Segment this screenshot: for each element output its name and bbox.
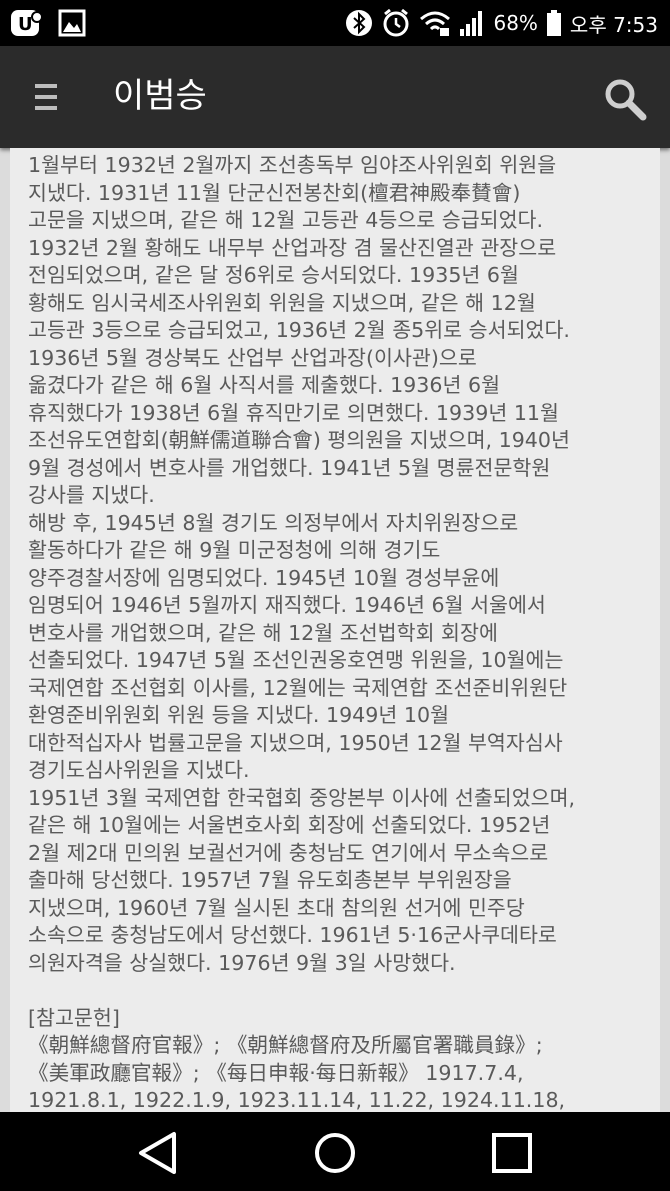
article-line: 조선유도연합회(朝鮮儒道聯合會) 평의원을 지냈으며, 1940년 xyxy=(28,428,570,452)
article-text: 1월부터 1932년 2월까지 조선총독부 임야조사위원회 위원을지냈다. 19… xyxy=(28,152,648,1112)
alarm-icon xyxy=(383,8,409,37)
gallery-icon xyxy=(58,9,86,37)
article-line: 강사를 지냈다. xyxy=(28,483,155,507)
wifi-icon xyxy=(420,11,451,36)
bluetooth-icon xyxy=(346,10,373,36)
article-line: 임명되어 1946년 5월까지 재직했다. 1946년 6월 서울에서 xyxy=(28,593,546,617)
article-line: 해방 후, 1945년 8월 경기도 의정부에서 자치위원장으로 xyxy=(28,510,519,535)
article-line: 변호사를 개업했으며, 같은 해 12월 조선법학회 회장에 xyxy=(28,620,498,645)
battery-percentage: 68% xyxy=(493,11,538,35)
article-line: 고등관 3등으로 승급되었고, 1936년 2월 종5위로 승서되었다. xyxy=(28,318,570,342)
article-line: 《美軍政廳官報》; 《每日申報·每日新報》 1917.7.4, xyxy=(28,1060,524,1085)
article-line: 출마해 당선했다. 1957년 7월 유도회총본부 부위원장을 xyxy=(28,868,512,892)
article-content[interactable]: 1월부터 1932년 2월까지 조선총독부 임야조사위원회 위원을지냈다. 19… xyxy=(10,148,660,1112)
article-line: 선출되었다. 1947년 5월 조선인권옹호연맹 위원을, 10월에는 xyxy=(28,648,564,672)
article-line: 고문을 지냈으며, 같은 해 12월 고등관 4등으로 승급되었다. xyxy=(28,208,544,232)
app-notification-icon: U xyxy=(11,10,43,36)
article-line: 2월 제2대 민의원 보궐선거에 충청남도 연기에서 무소속으로 xyxy=(28,840,549,865)
menu-icon[interactable] xyxy=(35,84,57,112)
status-bar: U 68% 오후 7:53 xyxy=(0,0,670,46)
article-line: 의원자격을 상실했다. 1976년 9월 3일 사망했다. xyxy=(28,950,456,975)
battery-icon xyxy=(546,10,561,36)
article-line: 휴직했다가 1938년 6월 휴직만기로 의면했다. 1939년 11월 xyxy=(28,400,559,425)
article-line: 환영준비위원회 위원 등을 지냈다. 1949년 10월 xyxy=(28,703,450,727)
article-line: 황해도 임시국세조사위원회 위원을 지냈으며, 같은 해 12월 xyxy=(28,290,536,315)
article-line: 1월부터 1932년 2월까지 조선총독부 임야조사위원회 위원을 xyxy=(28,153,557,177)
back-icon[interactable] xyxy=(134,1128,184,1178)
article-line: 대한적십자사 법률고문을 지냈으며, 1950년 12월 부역자심사 xyxy=(28,730,563,755)
navigation-bar xyxy=(0,1112,670,1191)
search-icon[interactable] xyxy=(602,76,648,122)
svg-text:U: U xyxy=(18,14,33,35)
article-line: 옮겼다가 같은 해 6월 사직서를 제출했다. 1936년 6월 xyxy=(28,373,501,397)
article-line: 《朝鮮總督府官報》; 《朝鮮總督府及所屬官署職員錄》; xyxy=(28,1033,543,1057)
status-right-icons: 68% 오후 7:53 xyxy=(345,7,658,39)
article-line: 양주경찰서장에 임명되었다. 1945년 10월 경성부윤에 xyxy=(28,565,500,590)
article-line: 1932년 2월 황해도 내무부 산업과장 겸 물산진열관 관장으로 xyxy=(28,235,557,260)
app-bar: 이범승 xyxy=(0,46,670,148)
article-line: 1921.8.1, 1922.1.9, 1923.11.14, 11.22, 1… xyxy=(28,1088,566,1112)
article-line: [참고문헌] xyxy=(28,1005,120,1030)
article-line: 전임되었으며, 같은 달 정6위로 승서되었다. 1935년 6월 xyxy=(28,263,519,287)
article-line: 9월 경성에서 변호사를 개업했다. 1941년 5월 명륜전문학원 xyxy=(28,455,551,480)
article-line: 같은 해 10월에는 서울변호사회 회장에 선출되었다. 1952년 xyxy=(28,813,551,837)
article-line: 국제연합 조선협회 이사를, 12월에는 국제연합 조선준비위원단 xyxy=(28,675,568,700)
status-left-icons: U xyxy=(10,7,86,39)
article-line: 1951년 3월 국제연합 한국협회 중앙본부 이사에 선출되었으며, xyxy=(28,785,576,810)
article-line: 경기도심사위원을 지냈다. xyxy=(28,758,250,782)
recents-icon[interactable] xyxy=(487,1128,537,1178)
signal-icon xyxy=(460,11,483,36)
article-line: 1936년 5월 경상북도 산업부 산업과장(이사관)으로 xyxy=(28,345,477,370)
article-line: 소속으로 충청남도에서 당선했다. 1961년 5·16군사쿠데타로 xyxy=(28,923,557,947)
article-line: 지냈으며, 1960년 7월 실시된 초대 참의원 선거에 민주당 xyxy=(28,895,525,920)
article-line: 지냈다. 1931년 11월 단군신전봉찬회(檀君神殿奉賛會) xyxy=(28,180,521,205)
home-icon[interactable] xyxy=(310,1128,360,1178)
clock: 오후 7:53 xyxy=(569,12,658,37)
article-line: 활동하다가 같은 해 9월 미군정청에 의해 경기도 xyxy=(28,538,441,562)
page-title: 이범승 xyxy=(113,76,207,116)
article-line xyxy=(28,977,648,1005)
